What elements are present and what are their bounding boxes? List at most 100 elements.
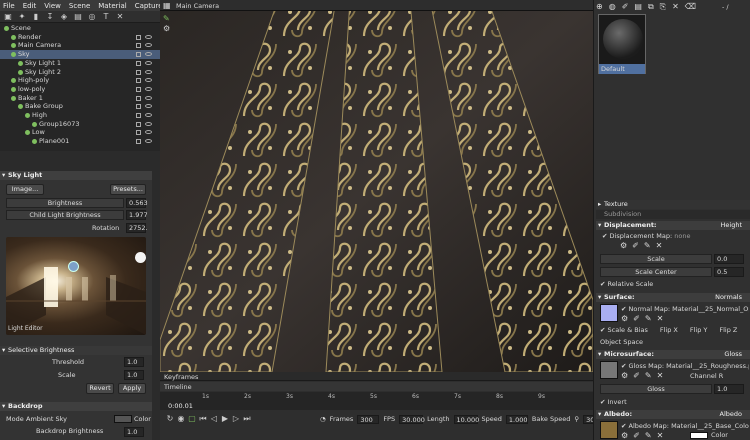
add-material-icon[interactable]: ⊕ <box>596 2 603 12</box>
brightness-slider[interactable]: Brightness <box>6 198 124 208</box>
close-icon[interactable]: ✕ <box>657 314 664 323</box>
threshold-value[interactable]: 1.0 <box>124 357 144 367</box>
gear-icon[interactable]: ⚙ <box>621 371 628 380</box>
light-position-marker[interactable] <box>68 261 79 272</box>
record-icon[interactable]: ◉ <box>177 415 185 423</box>
tree-item[interactable]: Render <box>0 33 160 42</box>
rotation-value[interactable]: 2752. <box>126 223 148 233</box>
lock-icon[interactable] <box>136 121 141 127</box>
selective-brightness-header[interactable]: Selective Brightness <box>0 346 152 355</box>
clear-icon[interactable]: ⌫ <box>685 2 696 12</box>
timeline-ruler[interactable]: 0:00.01 1s 2s 3s 4s 5s 6s 7s 8s 9s <box>160 392 593 410</box>
revert-button[interactable]: Revert <box>86 383 114 394</box>
lock-icon[interactable] <box>136 113 141 118</box>
visibility-eye-icon[interactable] <box>145 139 152 144</box>
menu-capture[interactable]: Capture <box>135 2 163 10</box>
sky-light-header[interactable]: Sky Light <box>0 171 152 180</box>
settings-gear-icon[interactable]: ⚙ <box>163 24 170 33</box>
lock-icon[interactable] <box>136 34 141 40</box>
albedo-header[interactable]: Albedo: Albedo <box>596 410 750 419</box>
flip-x-checkbox[interactable]: Flip X <box>660 326 678 334</box>
flip-z-checkbox[interactable]: Flip Z <box>719 326 737 334</box>
albedo-map-thumbnail[interactable] <box>600 421 618 439</box>
fps-value[interactable]: 30.000 <box>399 415 425 424</box>
gear-icon[interactable]: ⚙ <box>620 241 627 250</box>
pencil-icon[interactable]: ✎ <box>163 14 170 23</box>
eyedropper-icon[interactable]: ✐ <box>622 2 629 12</box>
loop-icon[interactable]: ↻ <box>166 415 174 423</box>
scale-bias-checkbox[interactable]: Scale & Bias <box>600 326 648 334</box>
menu-edit[interactable]: Edit <box>23 2 37 10</box>
surface-header[interactable]: Surface: Normals <box>596 293 750 302</box>
lock-icon[interactable] <box>136 130 141 136</box>
tree-item[interactable]: Bake Group <box>0 102 160 111</box>
gloss-map-row[interactable]: Gloss Map: Material__25_Roughness.png <box>621 362 749 370</box>
folder-tool-icon[interactable]: ▤ <box>74 12 82 21</box>
camera-selector[interactable]: Main Camera <box>176 2 219 10</box>
edit-icon[interactable]: ✎ <box>644 241 651 250</box>
frames-value[interactable]: 300 <box>357 415 380 424</box>
albedo-map-row[interactable]: Albedo Map: Material__25_Base_Color.png <box>621 422 749 430</box>
microsurface-header[interactable]: Microsurface: Gloss <box>596 350 750 359</box>
visibility-eye-icon[interactable] <box>145 95 152 100</box>
displacement-map-row[interactable]: Displacement Map: none <box>602 232 690 240</box>
object-space-checkbox[interactable]: Object Space <box>600 338 643 346</box>
sphere-icon[interactable]: ◍ <box>609 2 616 12</box>
child-light-brightness-slider[interactable]: Child Light Brightness <box>6 210 124 220</box>
normal-map-row[interactable]: Normal Map: Material__25_Normal_OpenGL <box>621 305 749 313</box>
object-tool-icon[interactable]: ▣ <box>4 12 12 21</box>
flip-y-checkbox[interactable]: Flip Y <box>690 326 708 334</box>
displacement-scale-value[interactable]: 0.0 <box>714 254 744 264</box>
visibility-eye-icon[interactable] <box>145 52 152 57</box>
sky-preview-image[interactable]: Light Editor <box>6 237 146 335</box>
channel-dropdown[interactable]: Channel R <box>690 372 723 380</box>
last-frame-icon[interactable]: ⏭ <box>243 415 251 423</box>
albedo-mode[interactable]: Albedo <box>720 410 742 419</box>
light-tool-icon[interactable]: ✦ <box>18 12 26 21</box>
next-frame-icon[interactable]: ▷ <box>232 415 240 423</box>
eyedropper-icon[interactable]: ✐ <box>632 241 639 250</box>
tree-item[interactable]: Group16073 <box>0 120 160 129</box>
lock-icon[interactable] <box>136 78 141 84</box>
gear-icon[interactable]: ⚙ <box>621 431 628 440</box>
3d-viewport[interactable] <box>160 0 593 372</box>
brightness-value[interactable]: 0.563 <box>126 198 148 208</box>
eyedropper-icon[interactable]: ✐ <box>633 371 640 380</box>
first-frame-icon[interactable]: ⏮ <box>199 415 207 423</box>
visibility-eye-icon[interactable] <box>145 34 152 39</box>
lock-icon[interactable] <box>136 104 141 110</box>
displacement-header[interactable]: Displacement: Height <box>596 221 750 230</box>
tree-item[interactable]: Sky <box>0 50 160 59</box>
material-thumbnail[interactable]: Default <box>598 14 646 74</box>
child-light-brightness-value[interactable]: 1.977 <box>126 210 148 220</box>
displacement-scale-slider[interactable]: Scale <box>600 254 712 264</box>
visibility-eye-icon[interactable] <box>145 121 152 126</box>
eyedropper-icon[interactable]: ✐ <box>633 431 640 440</box>
menu-file[interactable]: File <box>3 2 15 10</box>
gloss-map-thumbnail[interactable] <box>600 361 618 379</box>
import-tool-icon[interactable]: ↧ <box>46 12 54 21</box>
gear-icon[interactable]: ⚙ <box>621 314 628 323</box>
visibility-eye-icon[interactable] <box>145 69 152 74</box>
tree-item[interactable]: Low <box>0 128 160 137</box>
subdivision-row[interactable]: Subdivision <box>596 210 750 219</box>
lock-icon[interactable] <box>136 139 141 145</box>
microsurface-mode[interactable]: Gloss <box>724 350 742 359</box>
eyedropper-icon[interactable]: ✐ <box>633 314 640 323</box>
bake-tool-icon[interactable]: ◈ <box>60 12 68 21</box>
tree-item[interactable]: High <box>0 111 160 120</box>
scale-center-value[interactable]: 0.5 <box>714 267 744 277</box>
scale-center-slider[interactable]: Scale Center <box>600 267 712 277</box>
visibility-eye-icon[interactable] <box>145 86 152 91</box>
lock-icon[interactable] <box>136 43 141 49</box>
visibility-eye-icon[interactable] <box>145 113 152 117</box>
relative-scale-checkbox[interactable]: Relative Scale <box>600 280 654 288</box>
lock-icon[interactable] <box>136 95 141 101</box>
speed-value[interactable]: 1.000 <box>505 415 528 424</box>
play-icon[interactable]: ▶ <box>221 415 229 423</box>
menu-material[interactable]: Material <box>98 2 126 10</box>
close-icon[interactable]: ✕ <box>657 371 664 380</box>
sun-light-marker[interactable] <box>135 252 146 263</box>
gloss-slider[interactable]: Gloss <box>600 384 712 394</box>
folder-icon[interactable]: ▤ <box>634 2 642 12</box>
